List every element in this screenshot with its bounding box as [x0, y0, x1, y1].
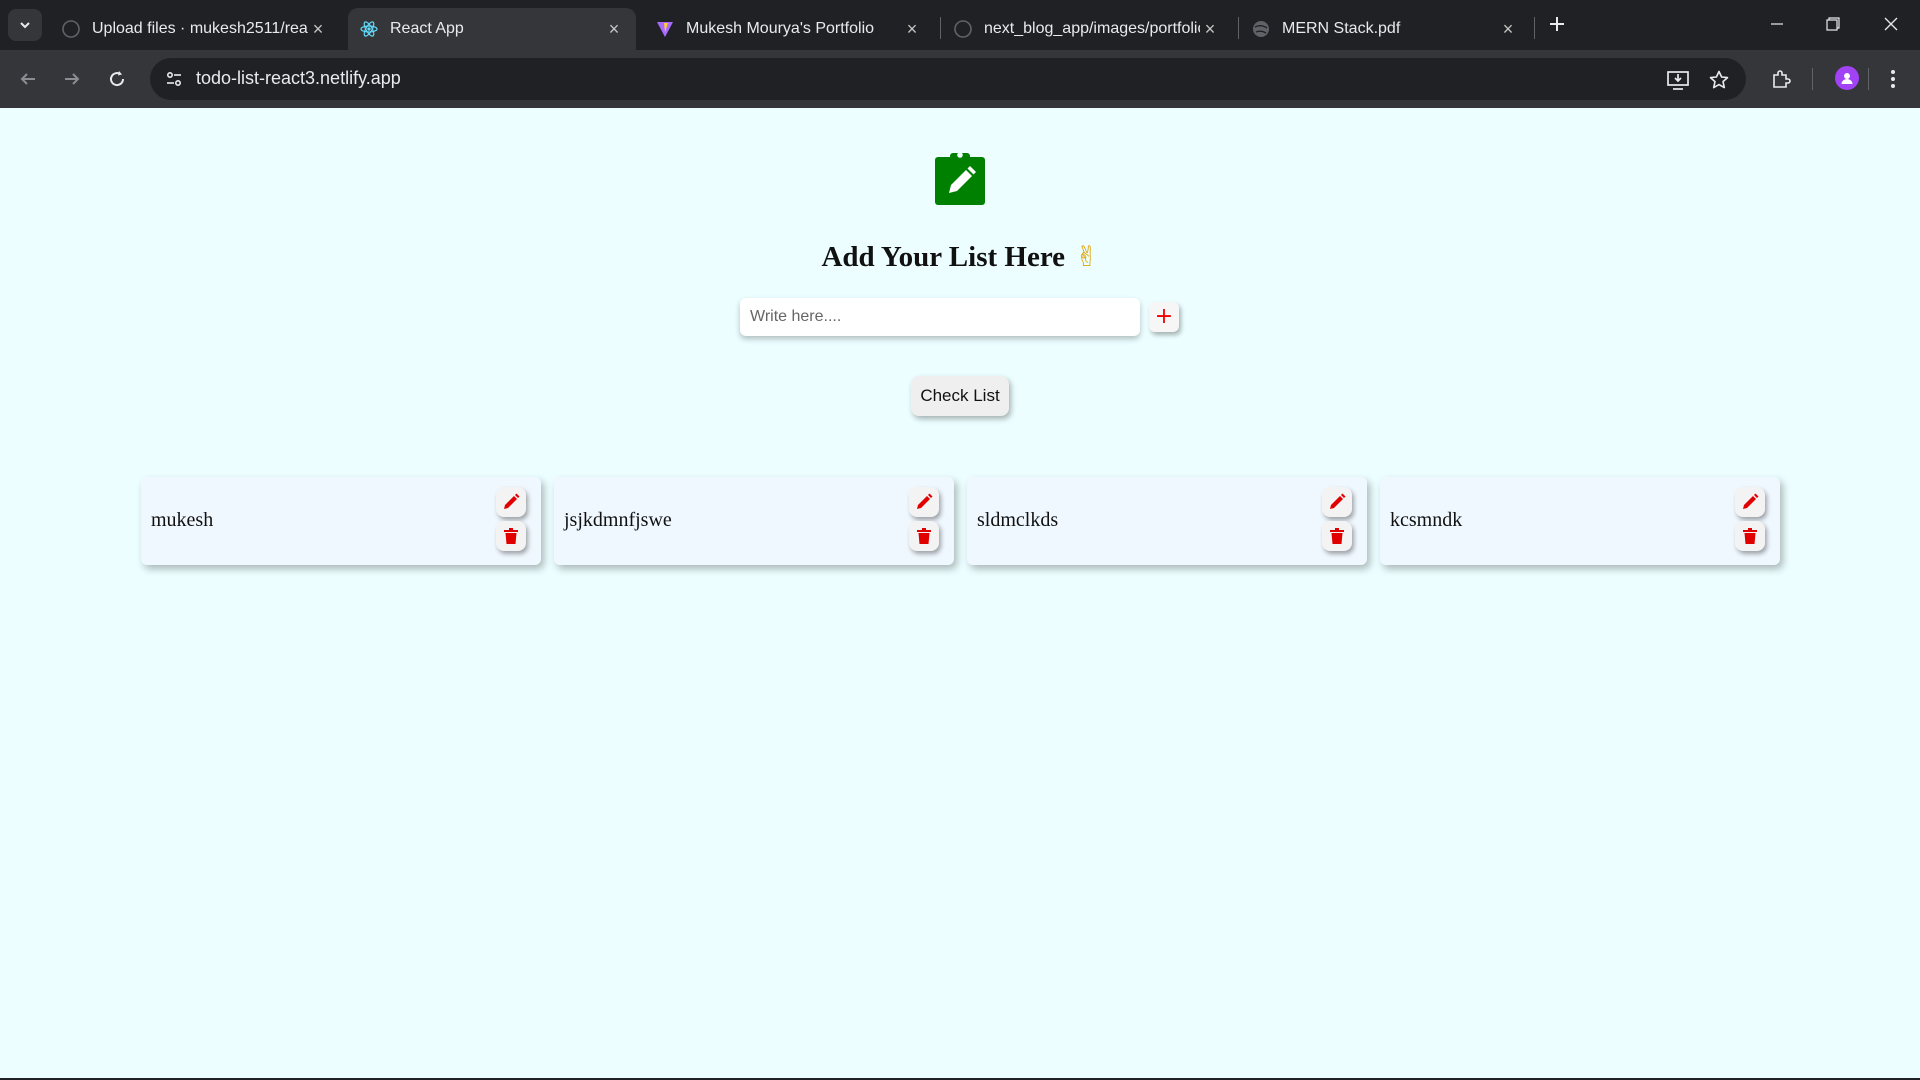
add-item-button[interactable]: + — [1149, 302, 1179, 332]
browser-toolbar: todo-list-react3.netlify.app — [0, 50, 1920, 108]
new-tab-button[interactable] — [1543, 10, 1571, 38]
todo-item: mukesh — [141, 477, 541, 565]
pencil-icon — [1330, 493, 1346, 509]
delete-button[interactable] — [1322, 521, 1352, 551]
close-icon[interactable]: × — [1498, 19, 1518, 39]
tab-next-blog[interactable]: next_blog_app/images/portfolio × — [942, 8, 1232, 50]
plus-icon — [1550, 17, 1564, 31]
todo-item-text: mukesh — [151, 509, 214, 531]
todo-item-text: jsjkdmnfjswe — [564, 509, 672, 531]
user-icon — [1841, 73, 1853, 84]
trash-icon — [1743, 528, 1757, 544]
tab-title: next_blog_app/images/portfolio — [984, 20, 1200, 37]
todo-app-page: Add Your List Here ✌ + Check List mukesh … — [0, 108, 1920, 1078]
toolbar-divider — [1812, 68, 1813, 90]
tune-icon — [166, 71, 182, 87]
tab-search-button[interactable] — [8, 9, 42, 41]
tab-separator — [1534, 17, 1535, 39]
tab-upload-files[interactable]: Upload files · mukesh2511/react × — [50, 8, 340, 50]
delete-button[interactable] — [496, 521, 526, 551]
install-icon — [1667, 71, 1689, 90]
github-icon — [954, 20, 972, 38]
globe-icon — [1252, 20, 1270, 38]
trash-icon — [917, 528, 931, 544]
back-button[interactable] — [11, 62, 45, 96]
reload-icon — [110, 71, 125, 87]
tab-title: Mukesh Mourya's Portfolio — [686, 20, 875, 37]
todo-item-text: sldmclkds — [977, 509, 1059, 531]
tab-title: Upload files · mukesh2511/react — [92, 20, 308, 37]
restore-button[interactable] — [1810, 6, 1856, 42]
page-title: Add Your List Here ✌ — [0, 240, 1920, 274]
close-icon[interactable]: × — [1200, 19, 1220, 39]
restore-icon — [1826, 17, 1840, 31]
toolbar-divider — [1868, 68, 1869, 90]
github-icon — [62, 20, 80, 38]
victory-hand-emoji: ✌ — [1075, 240, 1099, 273]
address-bar[interactable]: todo-list-react3.netlify.app — [150, 58, 1746, 100]
minimize-button[interactable] — [1754, 6, 1800, 42]
tab-mern-pdf[interactable]: MERN Stack.pdf × — [1240, 8, 1530, 50]
star-icon — [1709, 70, 1729, 89]
edit-button[interactable] — [1735, 487, 1765, 517]
todo-input[interactable] — [740, 298, 1140, 336]
url-text: todo-list-react3.netlify.app — [196, 68, 401, 88]
chevron-down-icon — [20, 22, 30, 29]
tab-title: React App — [390, 20, 464, 37]
trash-icon — [1330, 528, 1344, 544]
close-icon[interactable]: × — [308, 19, 328, 39]
delete-button[interactable] — [909, 521, 939, 551]
pencil-icon — [917, 493, 933, 509]
vite-icon — [656, 20, 674, 38]
todo-item: jsjkdmnfjswe — [554, 477, 954, 565]
profile-avatar[interactable] — [1835, 66, 1859, 90]
puzzle-icon — [1773, 70, 1791, 88]
site-info-button[interactable] — [160, 65, 188, 93]
edit-button[interactable] — [496, 487, 526, 517]
close-icon[interactable]: × — [902, 19, 922, 39]
todo-list: mukesh jsjkdmnfjswe sldmclkds kcsmndk — [141, 477, 1781, 565]
minimize-icon — [1771, 23, 1783, 25]
close-icon — [1884, 17, 1898, 31]
todo-item-text: kcsmndk — [1390, 509, 1463, 531]
edit-button[interactable] — [1322, 487, 1352, 517]
react-icon — [360, 20, 378, 38]
reload-button[interactable] — [100, 62, 134, 96]
pencil-icon — [504, 493, 520, 509]
forward-button[interactable] — [55, 62, 89, 96]
edit-button[interactable] — [909, 487, 939, 517]
tab-separator — [940, 17, 941, 39]
tab-portfolio[interactable]: Mukesh Mourya's Portfolio × — [644, 8, 934, 50]
clipboard-edit-icon — [935, 152, 985, 205]
arrow-right-icon — [65, 73, 80, 85]
install-app-button[interactable] — [1665, 67, 1691, 93]
more-vert-icon — [1891, 70, 1895, 88]
window-close-button[interactable] — [1868, 6, 1914, 42]
close-icon[interactable]: × — [604, 19, 624, 39]
tab-separator — [1238, 17, 1239, 39]
tab-strip: Upload files · mukesh2511/react × React … — [0, 0, 1920, 50]
arrow-left-icon — [20, 73, 35, 85]
page-title-text: Add Your List Here — [821, 241, 1066, 273]
pencil-icon — [1743, 493, 1759, 509]
extensions-button[interactable] — [1764, 62, 1798, 96]
bookmark-button[interactable] — [1706, 67, 1732, 93]
check-list-button[interactable]: Check List — [911, 376, 1009, 416]
delete-button[interactable] — [1735, 521, 1765, 551]
todo-item: kcsmndk — [1380, 477, 1780, 565]
tab-title: MERN Stack.pdf — [1282, 20, 1401, 37]
tab-react-app[interactable]: React App × — [348, 8, 636, 50]
trash-icon — [504, 528, 518, 544]
todo-item: sldmclkds — [967, 477, 1367, 565]
menu-button[interactable] — [1876, 62, 1910, 96]
